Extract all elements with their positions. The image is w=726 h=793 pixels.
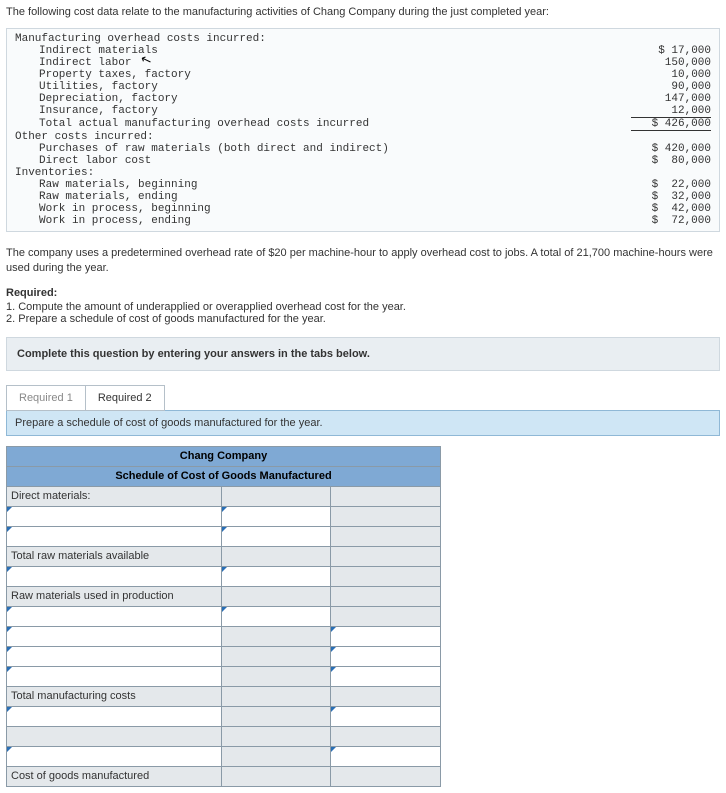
- label-input[interactable]: [7, 666, 222, 686]
- overhead-item: Indirect labor: [15, 57, 631, 69]
- cell-gray: [221, 686, 331, 706]
- inv-amt: $ 22,000: [631, 179, 711, 191]
- required-item-2: 2. Prepare a schedule of cost of goods m…: [6, 313, 720, 325]
- amount-input[interactable]: [221, 606, 331, 626]
- cell-gray: [221, 626, 331, 646]
- cell-gray: [221, 666, 331, 686]
- cell-gray: [221, 706, 331, 726]
- row-total-mfg: Total manufacturing costs: [7, 686, 222, 706]
- amount-input[interactable]: [331, 646, 441, 666]
- inv-item: Raw materials, beginning: [15, 179, 631, 191]
- amount-input[interactable]: [221, 506, 331, 526]
- overhead-amt: 150,000: [631, 57, 711, 69]
- label-input[interactable]: [7, 626, 222, 646]
- cell-gray: [221, 726, 331, 746]
- cell-gray: [221, 486, 331, 506]
- label-input[interactable]: [7, 646, 222, 666]
- row-raw-used: Raw materials used in production: [7, 586, 222, 606]
- overhead-item: Indirect materials: [15, 45, 631, 57]
- overhead-amt: $ 17,000: [631, 45, 711, 57]
- amount-input[interactable]: [331, 666, 441, 686]
- other-header: Other costs incurred:: [15, 131, 631, 143]
- tab-required-1[interactable]: Required 1: [6, 385, 86, 411]
- label-input[interactable]: [7, 566, 222, 586]
- schedule-table: Chang Company Schedule of Cost of Goods …: [6, 446, 441, 787]
- label-input[interactable]: [7, 606, 222, 626]
- overhead-amt: 147,000: [631, 93, 711, 105]
- intro-text: The following cost data relate to the ma…: [6, 6, 720, 18]
- row-cogm: Cost of goods manufactured: [7, 766, 222, 786]
- other-amt: $ 80,000: [631, 155, 711, 167]
- cell-gray: [331, 546, 441, 566]
- inv-item: Work in process, beginning: [15, 203, 631, 215]
- cell-gray: [331, 486, 441, 506]
- cell-gray: [221, 646, 331, 666]
- cell-gray: [331, 586, 441, 606]
- amount-input[interactable]: [221, 566, 331, 586]
- cell-gray: [331, 506, 441, 526]
- inv-amt: $ 72,000: [631, 215, 711, 227]
- inv-item: Work in process, ending: [15, 215, 631, 227]
- inv-item: Raw materials, ending: [15, 191, 631, 203]
- label-input[interactable]: [7, 746, 222, 766]
- schedule-title: Schedule of Cost of Goods Manufactured: [7, 466, 441, 486]
- overhead-item: Property taxes, factory: [15, 69, 631, 81]
- required-heading: Required:: [6, 287, 720, 299]
- cell-gray: [331, 766, 441, 786]
- label-input[interactable]: [7, 526, 222, 546]
- cost-data-block: ↖ Manufacturing overhead costs incurred:…: [6, 28, 720, 232]
- other-item: Purchases of raw materials (both direct …: [15, 143, 631, 155]
- overhead-total-label: Total actual manufacturing overhead cost…: [15, 118, 631, 131]
- row-total-raw: Total raw materials available: [7, 546, 222, 566]
- other-amt: $ 420,000: [631, 143, 711, 155]
- cell-gray: [331, 566, 441, 586]
- instruction-box: Complete this question by entering your …: [6, 337, 720, 371]
- inv-amt: $ 42,000: [631, 203, 711, 215]
- overhead-header: Manufacturing overhead costs incurred:: [15, 33, 631, 45]
- schedule-company: Chang Company: [7, 446, 441, 466]
- cell-gray: [331, 726, 441, 746]
- inv-amt: $ 32,000: [631, 191, 711, 203]
- other-item: Direct labor cost: [15, 155, 631, 167]
- inventories-header: Inventories:: [15, 167, 631, 179]
- tab-required-2[interactable]: Required 2: [85, 385, 165, 411]
- cell-gray: [331, 606, 441, 626]
- cell-gray: [221, 546, 331, 566]
- cell-gray: [331, 526, 441, 546]
- tab-prompt: Prepare a schedule of cost of goods manu…: [6, 410, 720, 436]
- label-input[interactable]: [7, 706, 222, 726]
- tabs-container: Required 1 Required 2: [6, 385, 720, 411]
- overhead-total-amt: $ 426,000: [631, 118, 711, 131]
- cell-gray: [331, 686, 441, 706]
- amount-input[interactable]: [331, 746, 441, 766]
- overhead-item: Insurance, factory: [15, 105, 631, 118]
- overhead-amt: 90,000: [631, 81, 711, 93]
- overhead-rate-paragraph: The company uses a predetermined overhea…: [6, 246, 720, 277]
- overhead-item: Depreciation, factory: [15, 93, 631, 105]
- overhead-item: Utilities, factory: [15, 81, 631, 93]
- overhead-amt: 12,000: [631, 105, 711, 118]
- row-direct-materials: Direct materials:: [7, 486, 222, 506]
- required-item-1: 1. Compute the amount of underapplied or…: [6, 301, 720, 313]
- amount-input[interactable]: [221, 526, 331, 546]
- cell-gray: [221, 766, 331, 786]
- label-input[interactable]: [7, 506, 222, 526]
- cell-gray: [7, 726, 222, 746]
- amount-input[interactable]: [331, 706, 441, 726]
- overhead-amt: 10,000: [631, 69, 711, 81]
- cell-gray: [221, 586, 331, 606]
- cell-gray: [221, 746, 331, 766]
- amount-input[interactable]: [331, 626, 441, 646]
